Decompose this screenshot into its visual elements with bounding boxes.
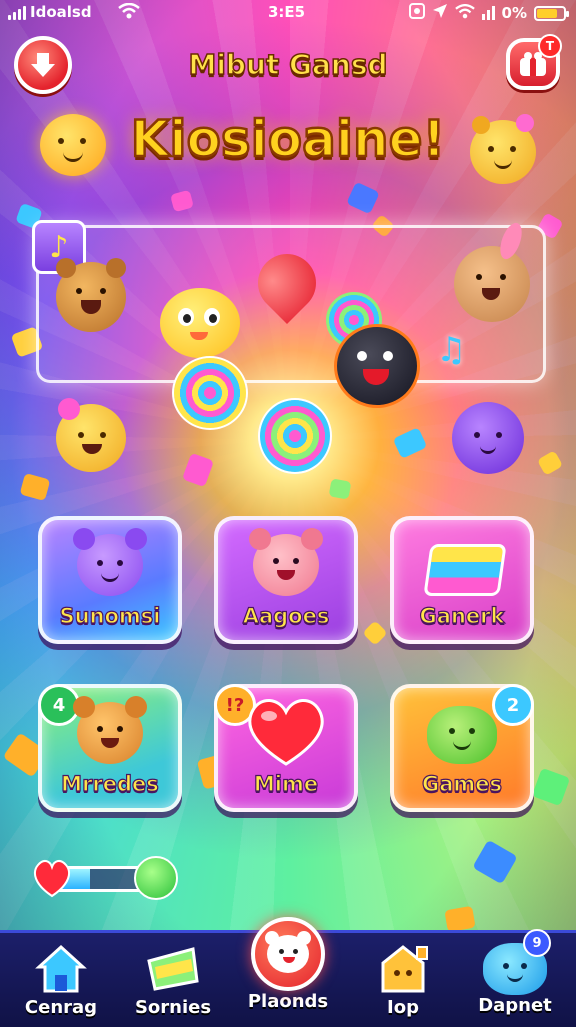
screen-record-icon <box>408 3 425 23</box>
green-blob-icon <box>417 694 507 768</box>
tile-ganerk[interactable]: Ganerk <box>390 516 534 644</box>
nav-label: Dapnet <box>478 995 552 1016</box>
nav-item-iop[interactable]: Iop <box>348 933 458 1027</box>
swirl-lollipop <box>258 398 332 474</box>
nav-item-sornies[interactable]: Sornies <box>118 933 228 1027</box>
blue-blob-icon: 9 <box>483 929 551 995</box>
nav-label: Sornies <box>134 997 212 1018</box>
candy-block-icon <box>417 526 507 600</box>
nav-label: Plaonds <box>247 991 329 1012</box>
yellow-flower-character <box>56 398 126 472</box>
pink-bear-icon <box>241 526 331 600</box>
nav-item-plaonds[interactable]: Plaonds <box>233 917 343 1027</box>
yellow-bear-character <box>470 114 536 184</box>
signal-icon <box>8 6 26 20</box>
wifi-icon <box>118 2 140 23</box>
purple-bear-icon <box>65 526 155 600</box>
green-gem-icon <box>134 856 178 900</box>
tile-sunomsi[interactable]: Sunomsi <box>38 516 182 644</box>
wifi-icon <box>454 3 475 23</box>
tile-mrredes[interactable]: 4 Mrredes <box>38 684 182 812</box>
tile-label: Mrredes <box>61 771 160 796</box>
tile-label: Sunomsi <box>59 603 161 628</box>
bunny-character <box>454 220 530 322</box>
battery-icon <box>534 5 569 21</box>
black-blob-character <box>334 324 420 408</box>
nav-item-cenrag[interactable]: Cenrag <box>6 933 116 1027</box>
heart-icon <box>34 859 70 898</box>
game-subtitle: Mibut Gansd <box>188 47 389 82</box>
candy-wedge-icon <box>145 941 201 997</box>
candy-decoration <box>328 478 352 500</box>
status-bar: Idoalsd 3:E5 0% <box>0 0 576 26</box>
red-bear-face-icon <box>251 917 325 991</box>
battery-percent: 0% <box>501 4 527 22</box>
cellular-icon <box>481 6 495 20</box>
energy-progress-bar <box>30 856 178 900</box>
tile-label: Ganerk <box>419 603 505 628</box>
tile-aagoes[interactable]: Aagoes <box>214 516 358 644</box>
bottom-navigation: Cenrag Sornies Plaonds Iop 9 Dapnet <box>0 917 576 1027</box>
nav-label: Cenrag <box>24 997 98 1018</box>
house-box-icon <box>375 941 431 997</box>
orange-bear-icon <box>65 694 155 768</box>
tile-label: Mime <box>253 771 319 796</box>
nav-item-dapnet[interactable]: 9 Dapnet <box>460 929 570 1027</box>
yellow-smiley-character <box>40 114 106 176</box>
swirl-lollipop <box>172 356 248 430</box>
purple-blob-character <box>452 402 524 474</box>
brown-bear-character <box>56 258 126 332</box>
tile-games[interactable]: 2 Games <box>390 684 534 812</box>
tile-mime[interactable]: !? Mime <box>214 684 358 812</box>
heart-icon <box>241 694 331 768</box>
yellow-chick-character <box>160 288 240 358</box>
location-icon <box>432 3 448 23</box>
tile-label: Games <box>421 771 503 796</box>
tile-label: Aagoes <box>242 603 330 628</box>
nav-badge: 9 <box>523 929 551 957</box>
home-icon <box>33 941 89 997</box>
nav-label: Iop <box>387 997 419 1018</box>
music-note-icon: ♫ <box>436 330 467 370</box>
carrier-name: Idoalsd <box>30 3 92 21</box>
clock: 3:E5 <box>268 3 306 21</box>
